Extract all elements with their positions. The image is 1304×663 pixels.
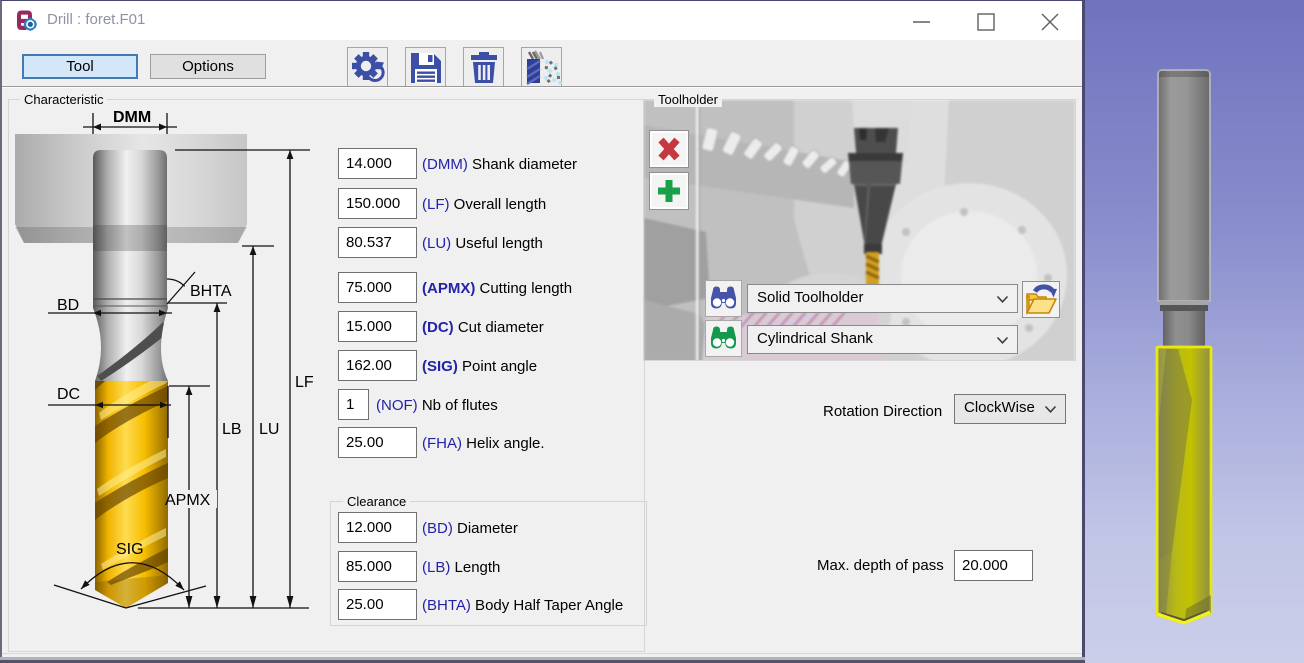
- svg-text:LU: LU: [259, 421, 279, 438]
- svg-text:DMM: DMM: [113, 109, 151, 126]
- svg-text:DC: DC: [57, 386, 80, 403]
- svg-text:BD: BD: [57, 297, 79, 314]
- svg-text:LF: LF: [295, 374, 314, 391]
- svg-text:SIG: SIG: [116, 541, 144, 558]
- svg-text:BHTA: BHTA: [190, 283, 232, 300]
- svg-text:LB: LB: [222, 421, 242, 438]
- svg-text:APMX: APMX: [165, 492, 211, 509]
